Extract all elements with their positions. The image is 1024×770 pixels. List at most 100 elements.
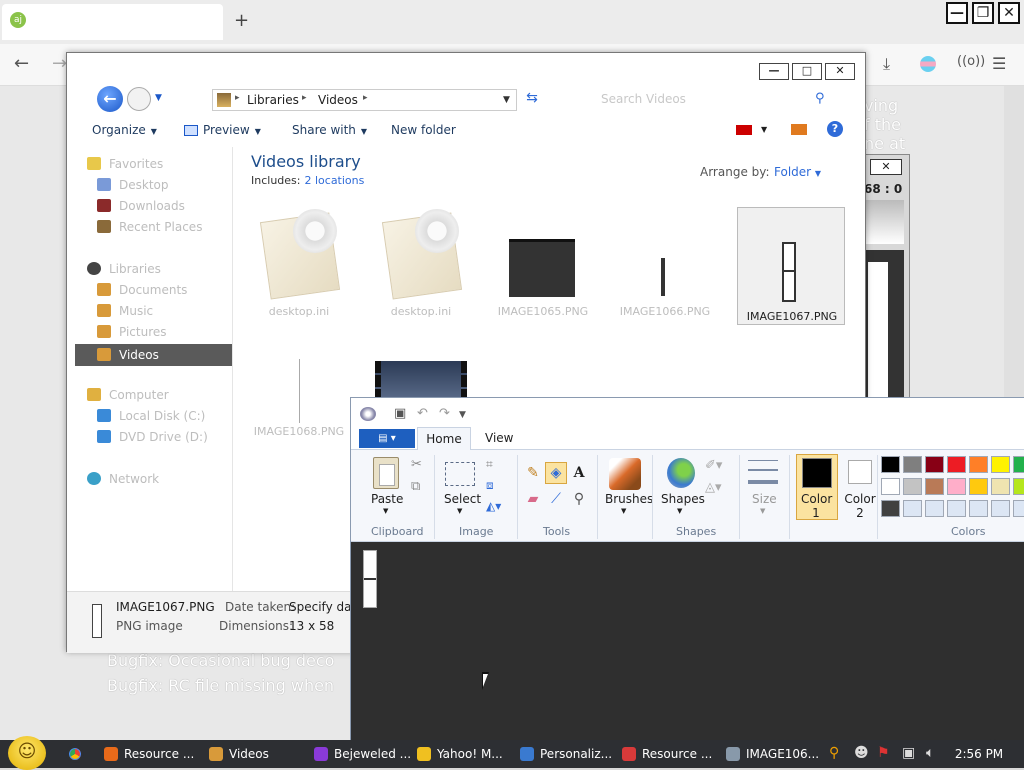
palette-swatch[interactable] (969, 500, 988, 517)
taskbar-item[interactable]: Personaliz... (520, 740, 612, 768)
select-icon[interactable] (445, 462, 475, 486)
chrome-icon[interactable] (66, 745, 84, 763)
resize-icon[interactable]: ⧈ (486, 478, 494, 493)
rotate-icon[interactable]: ◭▾ (486, 499, 501, 513)
palette-swatch[interactable] (991, 478, 1010, 495)
chevron-down-icon[interactable]: ▼ (621, 507, 626, 515)
breadcrumb-videos[interactable]: Videos (318, 93, 358, 107)
palette-swatch[interactable] (991, 500, 1010, 517)
address-bar[interactable]: ▸ Libraries ▸ Videos ▸ ▼ (212, 89, 517, 111)
preview-button[interactable]: Preview ▼ (184, 123, 261, 137)
network-alert-icon[interactable]: ⚑ (877, 745, 890, 761)
nav-network[interactable]: Network (87, 468, 245, 490)
share-with-button[interactable]: Share with ▼ (292, 123, 367, 137)
nav-videos[interactable]: Videos (75, 344, 233, 366)
taskbar-item[interactable]: Resource ... (104, 740, 194, 768)
forward-button[interactable] (127, 87, 151, 111)
nav-favorites[interactable]: Favorites (87, 153, 245, 175)
file-item[interactable]: IMAGE1068.PNG (245, 359, 353, 477)
palette-swatch[interactable] (947, 456, 966, 473)
organize-button[interactable]: Organize ▼ (92, 123, 157, 137)
taskbar-item[interactable]: Bejeweled ... (314, 740, 411, 768)
palette-swatch[interactable] (1013, 500, 1024, 517)
palette-swatch[interactable] (925, 456, 944, 473)
palette-swatch[interactable] (903, 500, 922, 517)
taskbar-item[interactable]: IMAGE106... (726, 740, 819, 768)
browser-close-button[interactable]: ✕ (998, 2, 1020, 24)
refresh-icon[interactable]: ⇆ (521, 90, 543, 110)
preview-pane-icon[interactable] (791, 124, 807, 135)
new-folder-button[interactable]: New folder (391, 123, 456, 137)
redo-icon[interactable]: ↷ (439, 406, 450, 421)
taskbar-item[interactable]: Videos (209, 740, 269, 768)
tab-home[interactable]: Home (417, 427, 471, 451)
file-item[interactable]: IMAGE1065.PNG (489, 203, 597, 321)
palette-swatch[interactable] (881, 456, 900, 473)
reader-icon[interactable]: ((o)) (957, 54, 985, 69)
shapes-icon[interactable] (667, 458, 695, 488)
pane-splitter[interactable] (232, 147, 233, 593)
palette-swatch[interactable] (903, 478, 922, 495)
magnifier-icon[interactable]: ⚲ (568, 488, 590, 510)
color2-swatch[interactable] (848, 460, 872, 484)
file-item[interactable]: desktop.ini (245, 203, 353, 321)
menu-icon[interactable]: ☰ (992, 54, 1006, 73)
downloads-icon[interactable]: ⤓ (883, 54, 890, 74)
chevron-down-icon[interactable]: ▼ (457, 507, 462, 515)
explorer-maximize-button[interactable]: □ (792, 63, 822, 80)
search-input[interactable]: Search Videos (601, 92, 686, 106)
eraser-icon[interactable]: ▰ (522, 488, 544, 510)
shapes-button[interactable]: Shapes (661, 492, 705, 506)
palette-swatch[interactable] (969, 478, 988, 495)
palette-swatch[interactable] (881, 478, 900, 495)
nav-libraries[interactable]: Libraries (87, 258, 245, 280)
palette-swatch[interactable] (991, 456, 1010, 473)
taskbar-clock[interactable]: 2:56 PM (954, 740, 1004, 768)
select-button[interactable]: Select (444, 492, 481, 506)
fill-shape-icon[interactable]: ◬▾ (705, 480, 722, 495)
breadcrumb-chevron-icon[interactable]: ▸ (235, 93, 240, 103)
file-item-selected[interactable]: IMAGE1067.PNG (737, 207, 845, 325)
paint-file-menu-button[interactable]: ▤ ▾ (359, 429, 415, 448)
brushes-button[interactable]: Brushes (605, 492, 653, 506)
search-icon[interactable]: ⚲ (829, 745, 839, 761)
file-item[interactable]: desktop.ini (367, 203, 475, 321)
save-icon[interactable]: ▣ (394, 406, 406, 421)
undo-icon[interactable]: ↶ (417, 406, 428, 421)
volume-icon[interactable]: 🔈︎ (926, 745, 934, 761)
copy-icon[interactable]: ⧉ (411, 479, 420, 494)
arrange-by-dropdown[interactable]: Folder ▼ (774, 165, 821, 179)
explorer-close-button[interactable]: ✕ (825, 63, 855, 80)
pencil-icon[interactable]: ✎ (522, 462, 544, 484)
color2-button[interactable]: Color 2 (843, 492, 877, 520)
color-picker-icon[interactable]: ⟋ (545, 488, 567, 510)
browser-minimize-button[interactable]: — (946, 2, 968, 24)
cut-icon[interactable]: ✂ (411, 457, 422, 472)
palette-swatch[interactable] (925, 500, 944, 517)
paste-icon[interactable] (373, 457, 399, 489)
canvas-image[interactable] (363, 550, 377, 608)
back-button[interactable]: ← (97, 86, 123, 112)
chevron-down-icon[interactable]: ▼ (383, 507, 388, 515)
breadcrumb-chevron-icon[interactable]: ▸ (363, 93, 368, 103)
palette-swatch[interactable] (947, 478, 966, 495)
palette-swatch[interactable] (947, 500, 966, 517)
palette-swatch[interactable] (925, 478, 944, 495)
browser-back-icon[interactable]: ← (14, 53, 29, 74)
includes-locations-link[interactable]: 2 locations (304, 174, 364, 187)
quick-access-dropdown-icon[interactable]: ▼ (459, 410, 466, 420)
taskbar-item[interactable]: Yahoo! M... (417, 740, 503, 768)
palette-swatch[interactable] (903, 456, 922, 473)
size-icon[interactable] (748, 460, 778, 484)
fill-icon[interactable]: ◈ (545, 462, 567, 484)
help-icon[interactable]: ? (827, 121, 843, 137)
browser-tab[interactable] (2, 4, 223, 40)
tab-view[interactable]: View (485, 431, 513, 445)
browser-forward-icon[interactable]: → (52, 53, 67, 74)
outline-icon[interactable]: ✐▾ (705, 458, 722, 473)
size-button[interactable]: Size (752, 492, 777, 506)
chevron-down-icon[interactable]: ▼ (760, 507, 765, 515)
breadcrumb-chevron-icon[interactable]: ▸ (302, 93, 307, 103)
search-icon[interactable]: ⚲ (815, 91, 825, 106)
text-icon[interactable]: A (568, 462, 590, 484)
